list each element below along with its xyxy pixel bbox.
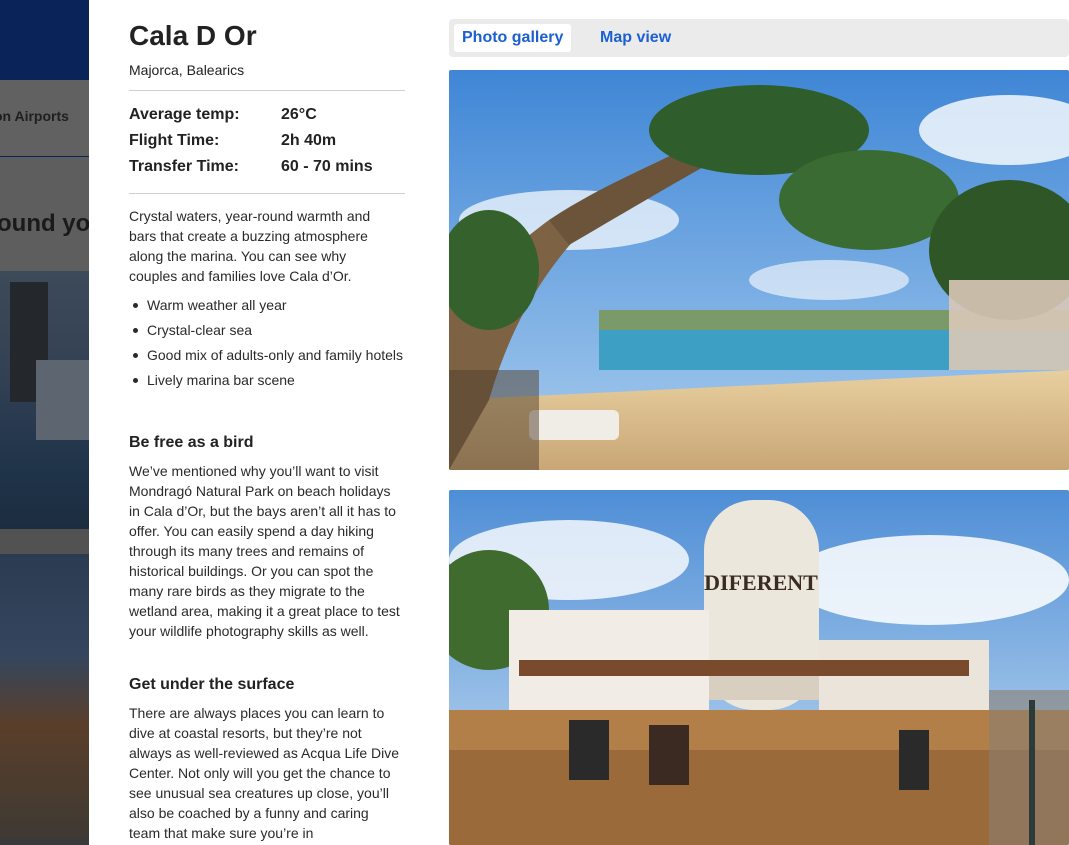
background-nav-airports-link: on Airports bbox=[0, 108, 69, 124]
background-divider bbox=[0, 838, 89, 845]
tab-photo-gallery[interactable]: Photo gallery bbox=[454, 24, 572, 52]
fact-row-transfer-time: Transfer Time: 60 - 70 mins bbox=[129, 158, 405, 184]
background-image-building bbox=[36, 360, 89, 440]
fact-label: Flight Time: bbox=[129, 132, 220, 149]
fact-label: Transfer Time: bbox=[129, 158, 239, 175]
list-item: Crystal-clear sea bbox=[129, 322, 405, 339]
fact-value: 60 - 70 mins bbox=[281, 158, 373, 175]
tab-map-view[interactable]: Map view bbox=[592, 24, 679, 52]
destination-subtitle: Majorca, Balearics bbox=[129, 62, 245, 78]
beach-photo-image bbox=[449, 70, 1069, 470]
bar-photo-image: DIFERENT bbox=[449, 490, 1069, 845]
background-page: on Airports ound yo bbox=[0, 0, 89, 845]
gallery-photo-beach[interactable] bbox=[449, 70, 1069, 470]
fact-row-flight-time: Flight Time: 2h 40m bbox=[129, 132, 405, 158]
gallery-photo-bar[interactable]: DIFERENT bbox=[449, 490, 1069, 845]
fact-value: 26°C bbox=[281, 106, 317, 123]
background-image bbox=[0, 554, 89, 840]
view-toggle: Photo gallery Map view bbox=[449, 19, 1069, 57]
highlights-list: Warm weather all year Crystal-clear sea … bbox=[129, 297, 405, 397]
destination-facts: Average temp: 26°C Flight Time: 2h 40m T… bbox=[129, 106, 405, 184]
list-item: Warm weather all year bbox=[129, 297, 405, 314]
destination-title: Cala D Or bbox=[129, 20, 257, 51]
section-heading-diving: Get under the surface bbox=[129, 676, 295, 693]
divider bbox=[129, 90, 405, 91]
bar-sign-text: DIFERENT bbox=[704, 570, 818, 595]
fact-row-average-temp: Average temp: 26°C bbox=[129, 106, 405, 132]
fact-label: Average temp: bbox=[129, 106, 240, 123]
section-heading-birds: Be free as a bird bbox=[129, 434, 254, 451]
background-divider bbox=[0, 529, 89, 554]
section-body-diving: There are always places you can learn to… bbox=[129, 705, 400, 841]
list-item: Good mix of adults-only and family hotel… bbox=[129, 347, 405, 364]
fact-value: 2h 40m bbox=[281, 132, 337, 149]
background-heading: ound yo bbox=[0, 210, 89, 237]
divider bbox=[129, 193, 405, 194]
section-body-birds: We’ve mentioned why you’ll want to visit… bbox=[129, 463, 400, 639]
list-item: Lively marina bar scene bbox=[129, 372, 405, 389]
destination-intro: Crystal waters, year-round warmth and ba… bbox=[129, 208, 371, 284]
destination-panel: Cala D Or Majorca, Balearics Average tem… bbox=[89, 0, 1069, 845]
